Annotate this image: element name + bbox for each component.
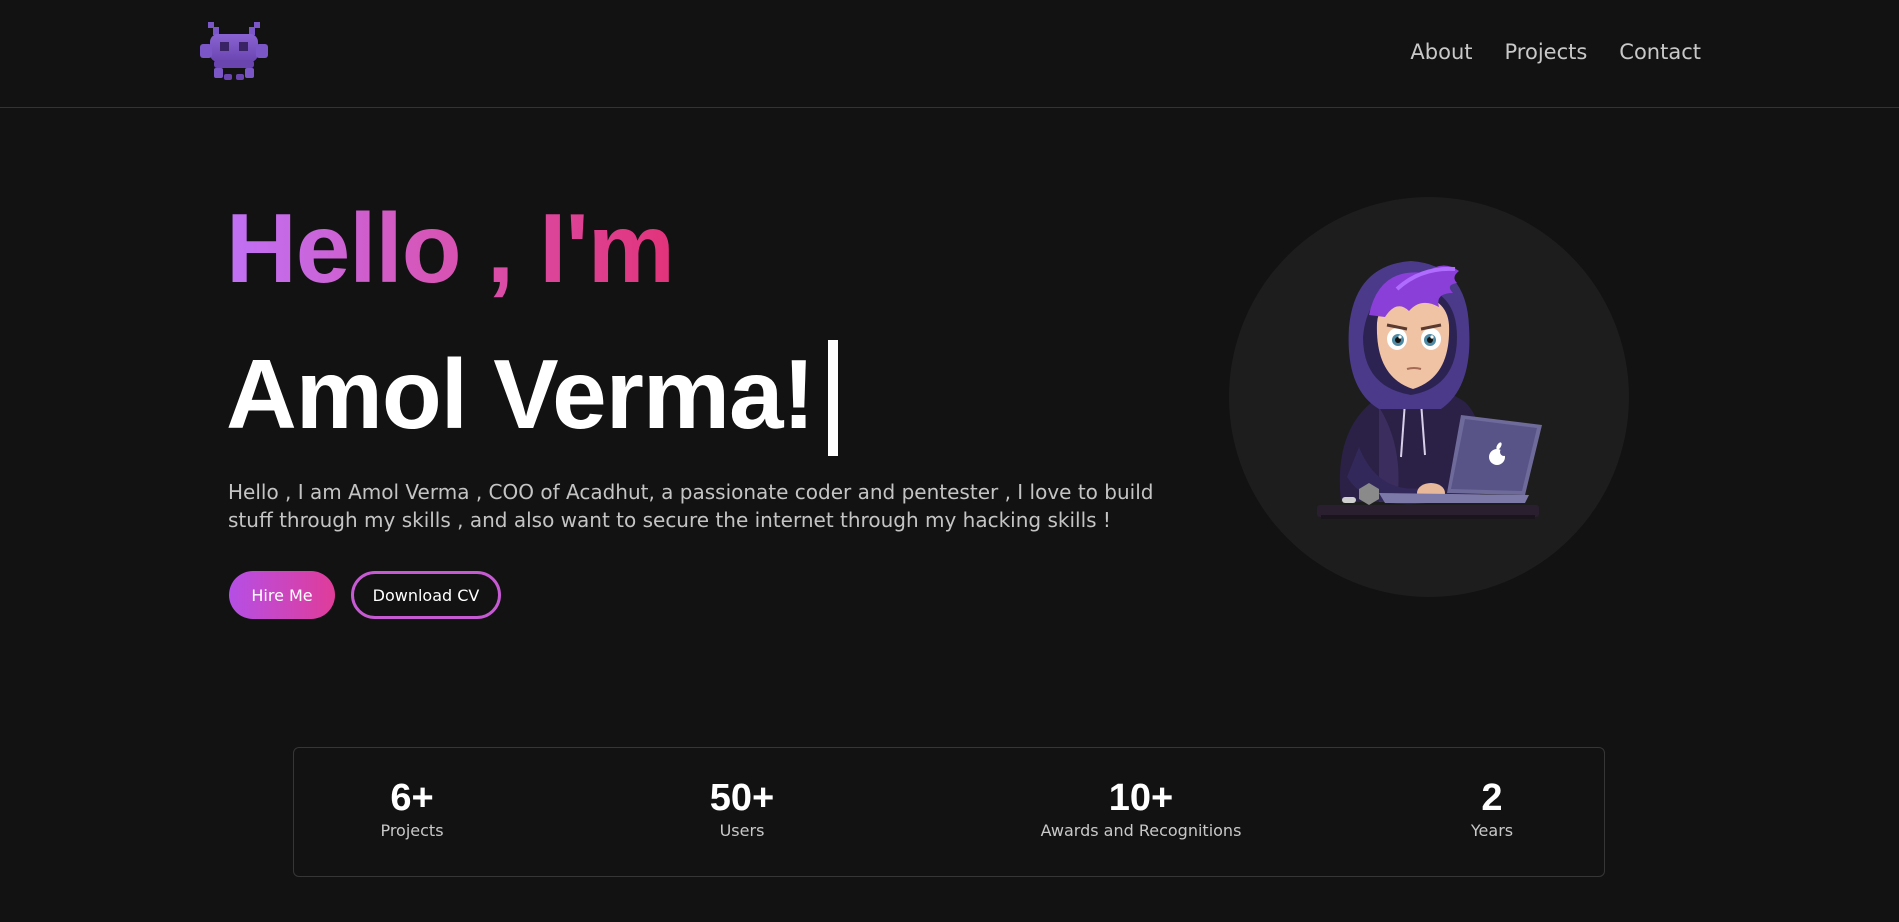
avatar-circle xyxy=(1229,197,1629,597)
stat-awards: 10+ Awards and Recognitions xyxy=(1016,778,1266,842)
space-invader-icon xyxy=(200,22,268,80)
hire-me-button[interactable]: Hire Me xyxy=(229,571,335,619)
hero-greeting: Hello , I'm xyxy=(226,193,675,303)
stat-value: 10+ xyxy=(1108,777,1174,819)
stat-projects: 6+ Projects xyxy=(352,778,472,842)
stats-panel: 6+ Projects 50+ Users 10+ Awards and Rec… xyxy=(293,747,1605,877)
stat-value: 50+ xyxy=(709,777,775,819)
nav-link-projects[interactable]: Projects xyxy=(1505,40,1588,64)
stat-label: Years xyxy=(1470,821,1514,840)
space-invader-logo-icon[interactable] xyxy=(200,22,268,84)
hero-name-line: Amol Verma! xyxy=(226,336,839,456)
stat-value: 2 xyxy=(1481,777,1503,819)
hacker-avatar-illustration xyxy=(1317,261,1542,519)
nav-links: About Projects Contact xyxy=(1410,40,1701,64)
typing-cursor xyxy=(828,340,839,456)
stat-users: 50+ Users xyxy=(682,778,802,842)
stat-label: Awards and Recognitions xyxy=(1040,821,1242,840)
nav-link-about[interactable]: About xyxy=(1410,40,1472,64)
navbar: About Projects Contact xyxy=(0,0,1899,108)
stat-label: Users xyxy=(719,821,765,840)
stat-label: Projects xyxy=(380,821,444,840)
stat-value: 6+ xyxy=(390,777,434,819)
download-cv-button[interactable]: Download CV xyxy=(351,571,501,619)
hero-description: Hello , I am Amol Verma , COO of Acadhut… xyxy=(228,480,1154,532)
hero-name: Amol Verma! xyxy=(226,339,815,449)
nav-link-contact[interactable]: Contact xyxy=(1619,40,1701,64)
stat-years: 2 Years xyxy=(1442,778,1542,842)
